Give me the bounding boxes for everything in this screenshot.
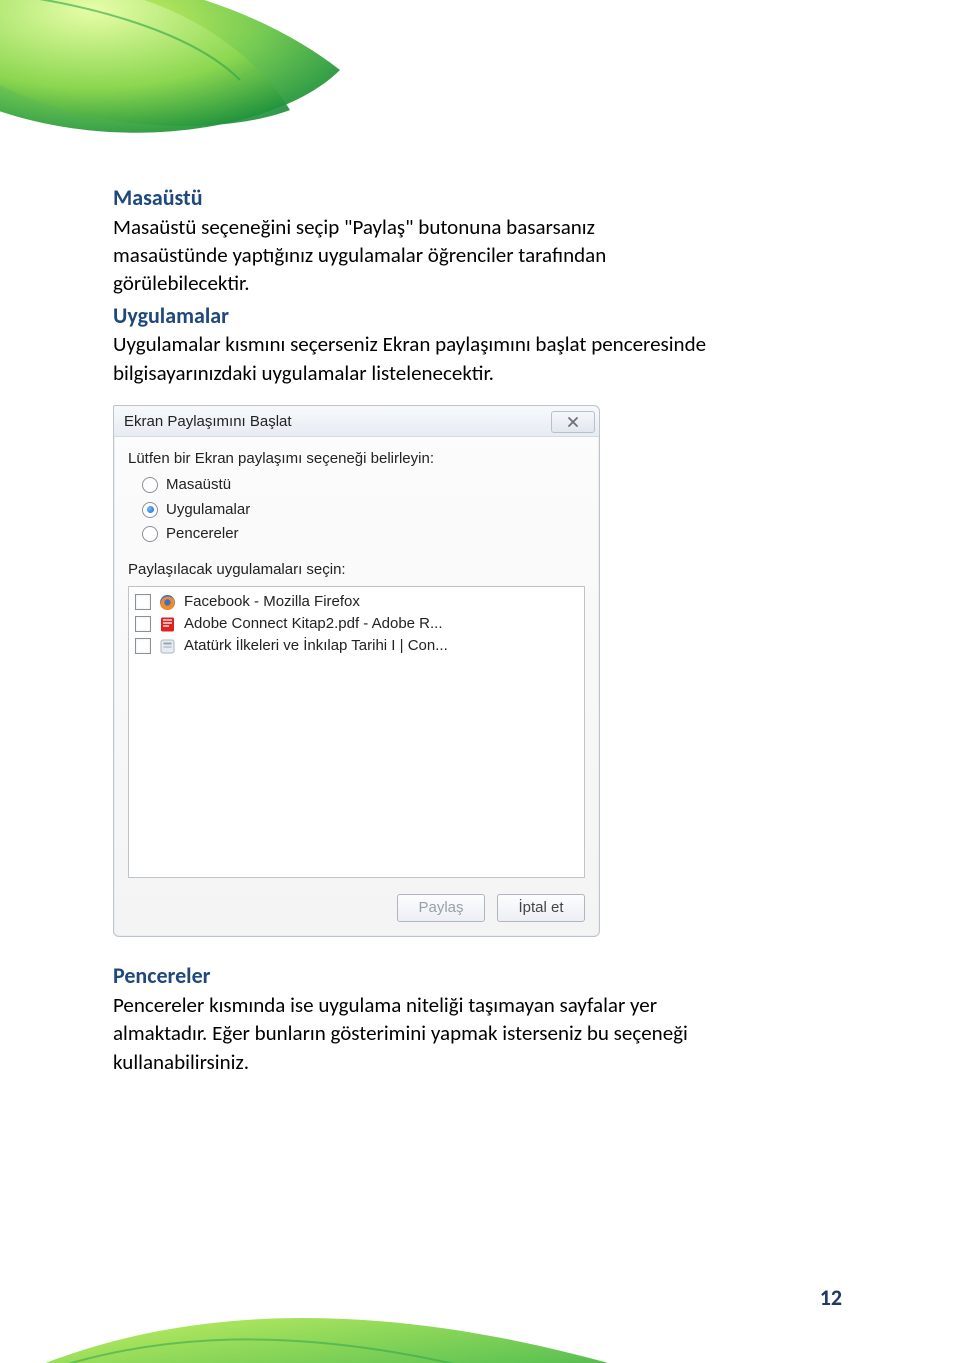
- apps-select-label: Paylaşılacak uygulamaları seçin:: [128, 560, 585, 580]
- checkbox[interactable]: [135, 616, 151, 632]
- app-row[interactable]: Facebook - Mozilla Firefox: [131, 591, 582, 613]
- dialog-instruction: Lütfen bir Ekran paylaşımı seçeneği beli…: [128, 449, 585, 469]
- radio-option-desktop[interactable]: Masaüstü: [142, 475, 585, 495]
- dialog-titlebar: Ekran Paylaşımını Başlat: [114, 406, 599, 437]
- dialog-screen-share: Ekran Paylaşımını Başlat Lütfen bir Ekra…: [113, 405, 600, 937]
- app-name: Atatürk İlkeleri ve İnkılap Tarihi I | C…: [184, 636, 448, 656]
- document-content: Masaüstü Masaüstü seçeneğini seçip "Payl…: [113, 180, 833, 1078]
- radio-option-apps[interactable]: Uygulamalar: [142, 500, 585, 520]
- dialog-title: Ekran Paylaşımını Başlat: [124, 412, 292, 432]
- radio-icon: [142, 477, 158, 493]
- radio-label: Uygulamalar: [166, 500, 250, 520]
- app-row[interactable]: Atatürk İlkeleri ve İnkılap Tarihi I | C…: [131, 635, 582, 657]
- decor-bottom-leaf: [0, 1258, 710, 1363]
- decor-top-leaf: [0, 0, 410, 160]
- radio-label: Masaüstü: [166, 475, 231, 495]
- checkbox[interactable]: [135, 638, 151, 654]
- pdf-icon: [159, 616, 176, 633]
- generic-app-icon: [159, 638, 176, 655]
- close-icon: [566, 415, 580, 429]
- share-button[interactable]: Paylaş: [397, 894, 485, 922]
- app-name: Adobe Connect Kitap2.pdf - Adobe R...: [184, 614, 443, 634]
- app-name: Facebook - Mozilla Firefox: [184, 592, 360, 612]
- radio-option-windows[interactable]: Pencereler: [142, 524, 585, 544]
- radio-icon-selected: [142, 502, 158, 518]
- firefox-icon: [159, 594, 176, 611]
- heading-windows: Pencereler: [113, 961, 833, 991]
- cancel-button[interactable]: İptal et: [497, 894, 585, 922]
- paragraph-desktop: Masaüstü seçeneğini seçip "Paylaş" buton…: [113, 213, 713, 298]
- heading-desktop: Masaüstü: [113, 183, 833, 213]
- apps-listbox[interactable]: Facebook - Mozilla Firefox Adobe Connect…: [128, 586, 585, 878]
- page-number: 12: [820, 1284, 842, 1311]
- close-button[interactable]: [551, 411, 595, 433]
- radio-label: Pencereler: [166, 524, 239, 544]
- heading-apps: Uygulamalar: [113, 301, 833, 331]
- paragraph-apps: Uygulamalar kısmını seçerseniz Ekran pay…: [113, 330, 743, 387]
- checkbox[interactable]: [135, 594, 151, 610]
- radio-icon: [142, 526, 158, 542]
- paragraph-windows: Pencereler kısmında ise uygulama niteliğ…: [113, 991, 723, 1076]
- app-row[interactable]: Adobe Connect Kitap2.pdf - Adobe R...: [131, 613, 582, 635]
